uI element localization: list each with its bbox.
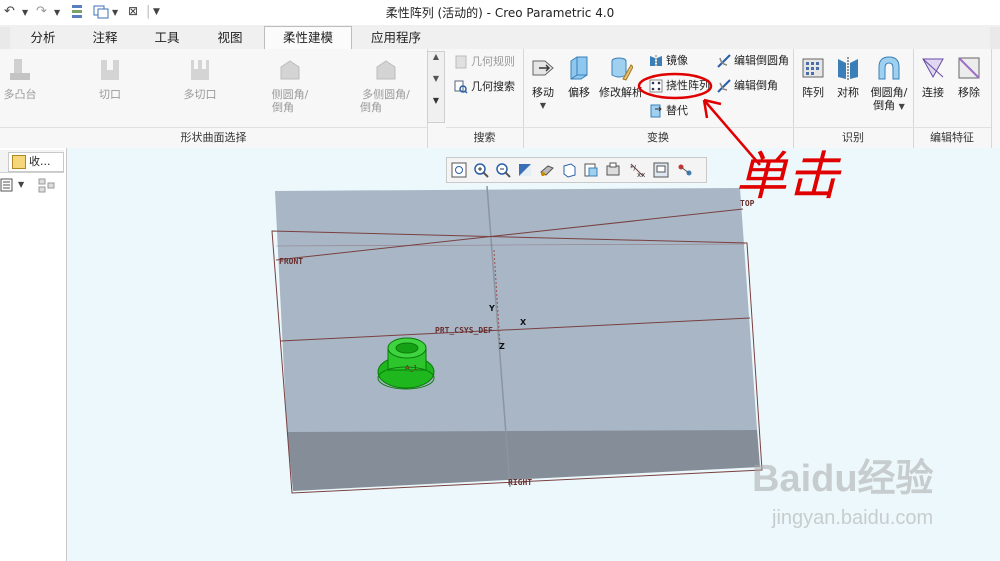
highlight-circle (637, 72, 713, 100)
annotation-handwritten-text: 单击 (735, 147, 840, 207)
watermark: Baidu经验 jingyan.baidu.com (752, 447, 1000, 547)
watermark-url: jingyan.baidu.com (772, 507, 934, 529)
watermark-brand: Baidu经验 (752, 458, 934, 500)
